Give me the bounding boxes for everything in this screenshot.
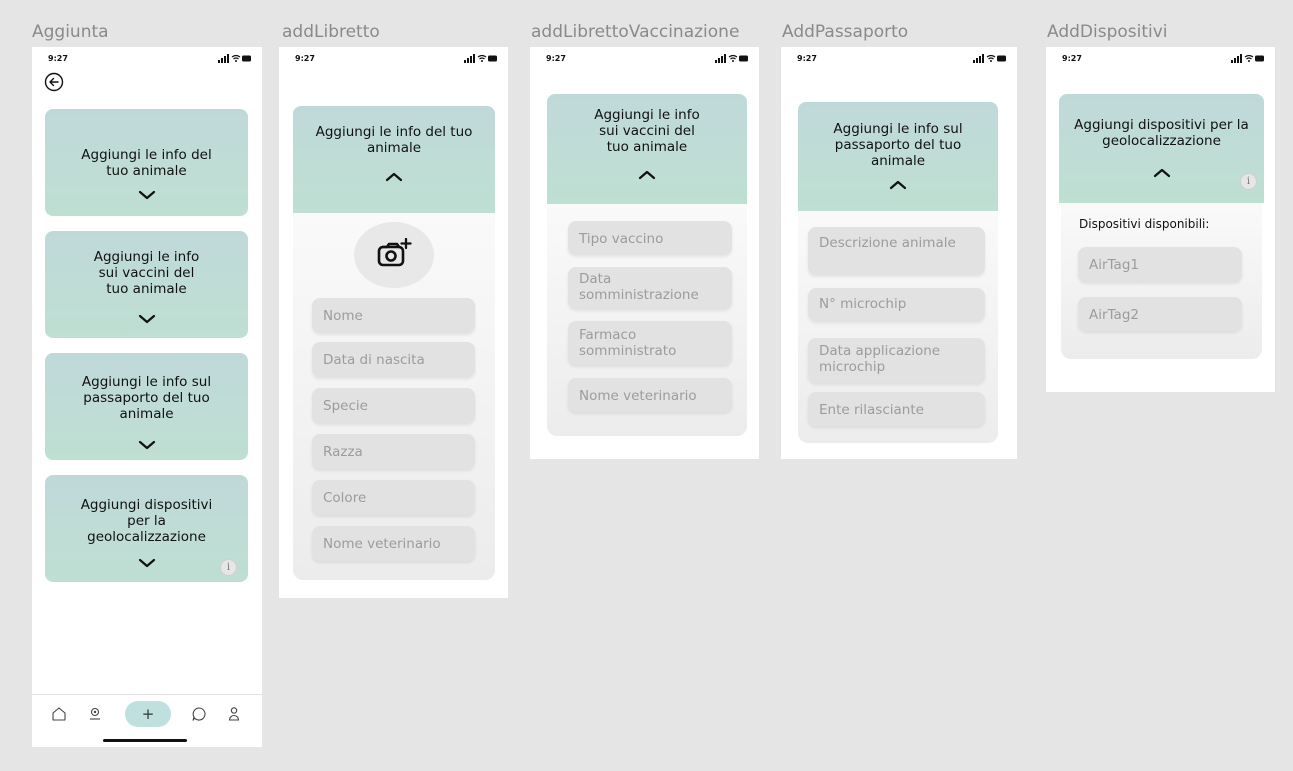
chat-icon[interactable] xyxy=(190,705,208,723)
card-label: Aggiungi le info sui vaccini del tuo ani… xyxy=(93,249,200,297)
status-bar: 9:27 xyxy=(1046,47,1275,67)
field-data-nascita[interactable]: Data di nascita xyxy=(312,342,475,377)
chevron-down-icon xyxy=(138,190,155,200)
card-add-passaporto[interactable]: Aggiungi le info sul passaporto del tuo … xyxy=(45,353,248,460)
chevron-up-icon xyxy=(1153,168,1170,178)
home-indicator xyxy=(103,739,187,742)
screen-add-libretto-vaccinazione: 9:27 Aggiungi le info sui vaccini del tu… xyxy=(530,47,759,459)
card-add-vaccini[interactable]: Aggiungi le info sui vaccini del tuo ani… xyxy=(45,231,248,338)
field-colore[interactable]: Colore xyxy=(312,480,475,515)
status-time: 9:27 xyxy=(546,54,566,63)
screen-add-passaporto: 9:27 Aggiungi le info sul passaporto del… xyxy=(781,47,1017,459)
status-icons xyxy=(715,54,748,63)
chevron-down-icon xyxy=(138,558,155,568)
field-nome[interactable]: Nome xyxy=(312,298,475,333)
info-icon[interactable]: i xyxy=(1240,173,1257,190)
frame-title-add-dispositivi: AddDispositivi xyxy=(1047,22,1168,42)
header-card[interactable]: Aggiungi dispositivi per la geolocalizza… xyxy=(1059,94,1264,203)
card-add-dispositivi[interactable]: Aggiungi dispositivi per la geolocalizza… xyxy=(45,475,248,582)
info-icon[interactable]: i xyxy=(220,559,237,576)
card-label: Aggiungi dispositivi per la geolocalizza… xyxy=(80,497,213,545)
field-nome-veterinario[interactable]: Nome veterinario xyxy=(312,526,475,561)
devices-list-label: Dispositivi disponibili: xyxy=(1079,217,1210,231)
field-microchip[interactable]: N° microchip xyxy=(808,288,985,321)
field-descrizione-animale[interactable]: Descrizione animale xyxy=(808,227,985,275)
status-icons xyxy=(1231,54,1264,63)
frame-title-aggiunta: Aggiunta xyxy=(32,22,109,42)
status-bar: 9:27 xyxy=(530,47,759,67)
field-data-applicazione-microchip[interactable]: Data applicazione microchip xyxy=(808,338,985,383)
device-airtag1[interactable]: AirTag1 xyxy=(1078,247,1242,282)
screen-aggiunta: 9:27 Aggiungi le info del tuo animale Ag… xyxy=(32,47,262,747)
map-pin-icon[interactable] xyxy=(86,705,104,723)
header-label: Aggiungi le info sul passaporto del tuo … xyxy=(833,121,963,169)
chevron-up-icon xyxy=(638,170,656,180)
frame-title-add-libretto: addLibretto xyxy=(282,22,380,42)
status-bar: 9:27 xyxy=(32,47,262,67)
add-photo-button[interactable] xyxy=(354,222,434,288)
chevron-up-icon xyxy=(385,172,403,182)
tab-bar: + xyxy=(32,694,262,747)
field-razza[interactable]: Razza xyxy=(312,434,475,469)
status-time: 9:27 xyxy=(48,54,68,63)
status-time: 9:27 xyxy=(295,54,315,63)
header-label: Aggiungi dispositivi per la geolocalizza… xyxy=(1074,117,1249,149)
card-add-info[interactable]: Aggiungi le info del tuo animale xyxy=(45,109,248,216)
frame-title-add-passaporto: AddPassaporto xyxy=(782,22,909,42)
chevron-up-icon xyxy=(889,180,907,190)
status-icons xyxy=(218,54,251,63)
header-card[interactable]: Aggiungi le info del tuo animale xyxy=(293,106,495,213)
field-specie[interactable]: Specie xyxy=(312,388,475,423)
status-icons xyxy=(973,54,1006,63)
header-label: Aggiungi le info del tuo animale xyxy=(315,124,473,156)
status-bar: 9:27 xyxy=(279,47,508,67)
status-bar: 9:27 xyxy=(781,47,1017,67)
chevron-down-icon xyxy=(138,314,155,324)
add-button[interactable]: + xyxy=(125,701,171,727)
field-tipo-vaccino[interactable]: Tipo vaccino xyxy=(568,221,732,255)
profile-icon[interactable] xyxy=(225,705,243,723)
home-icon[interactable] xyxy=(50,705,68,723)
card-label: Aggiungi le info sul passaporto del tuo … xyxy=(81,374,212,422)
field-ente-rilasciante[interactable]: Ente rilasciante xyxy=(808,392,985,426)
screen-add-libretto: 9:27 Aggiungi le info del tuo animale No… xyxy=(279,47,508,598)
status-time: 9:27 xyxy=(797,54,817,63)
frame-title-add-libretto-vaccinazione: addLibrettoVaccinazione xyxy=(531,22,740,42)
status-time: 9:27 xyxy=(1062,54,1082,63)
field-farmaco-somministrato[interactable]: Farmaco somministrato xyxy=(568,321,732,365)
header-label: Aggiungi le info sui vaccini del tuo ani… xyxy=(594,107,700,155)
header-card[interactable]: Aggiungi le info sul passaporto del tuo … xyxy=(798,102,998,211)
card-label: Aggiungi le info del tuo animale xyxy=(81,147,212,179)
chevron-down-icon xyxy=(138,440,155,450)
field-data-somministrazione[interactable]: Data somministrazione xyxy=(568,267,732,309)
screen-add-dispositivi: 9:27 Aggiungi dispositivi per la geoloca… xyxy=(1046,47,1275,392)
add-photo-icon xyxy=(377,238,412,267)
back-arrow-icon[interactable] xyxy=(44,72,64,92)
status-icons xyxy=(464,54,497,63)
header-card[interactable]: Aggiungi le info sui vaccini del tuo ani… xyxy=(547,94,747,204)
field-nome-veterinario[interactable]: Nome veterinario xyxy=(568,378,732,412)
device-airtag2[interactable]: AirTag2 xyxy=(1078,297,1242,331)
